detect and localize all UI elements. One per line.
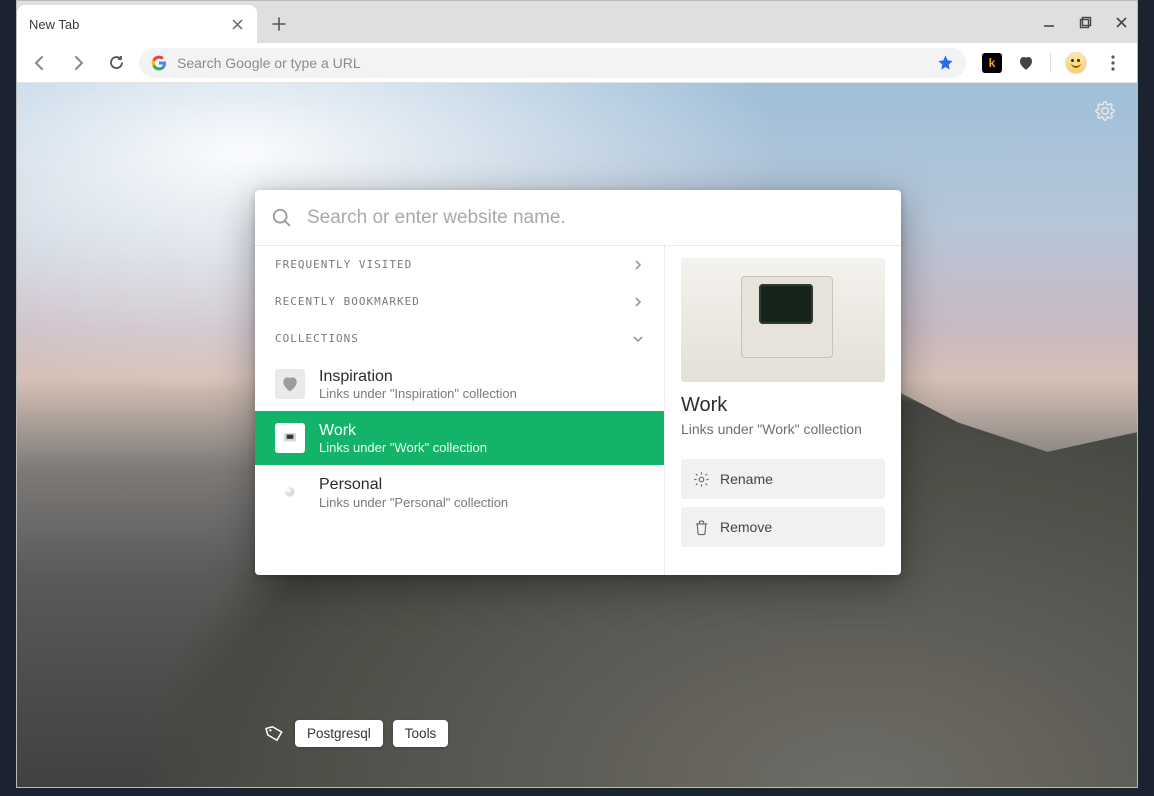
browser-menu-icon[interactable] (1101, 51, 1125, 75)
page-settings-gear-icon[interactable] (1093, 99, 1117, 123)
detail-title: Work (681, 394, 885, 417)
tab-strip: New Tab (17, 1, 1137, 43)
tag-postgresql[interactable]: Postgresql (295, 720, 383, 747)
remove-label: Remove (720, 519, 772, 535)
reload-button[interactable] (101, 48, 131, 78)
chevron-down-icon (632, 333, 644, 345)
collection-personal[interactable]: Personal Links under "Personal" collecti… (255, 465, 664, 519)
profile-avatar[interactable] (1065, 52, 1087, 74)
new-tab-button[interactable] (265, 10, 293, 38)
chevron-right-icon (632, 259, 644, 271)
launcher-search-row (255, 190, 901, 246)
tab-new-tab[interactable]: New Tab (17, 5, 257, 43)
back-button[interactable] (25, 48, 55, 78)
extension-icons: k (974, 51, 1129, 75)
bookmark-star-icon[interactable] (937, 54, 954, 71)
tag-icon (263, 721, 287, 745)
trash-icon (693, 519, 710, 536)
tag-tools[interactable]: Tools (393, 720, 449, 747)
section-recently-bookmarked[interactable]: RECENTLY BOOKMARKED (255, 283, 664, 320)
chevron-right-icon (632, 296, 644, 308)
collection-title: Inspiration (319, 367, 517, 386)
remove-button[interactable]: Remove (681, 507, 885, 547)
collection-subtitle: Links under "Personal" collection (319, 495, 508, 510)
rename-button[interactable]: Rename (681, 459, 885, 499)
section-collections[interactable]: COLLECTIONS (255, 320, 664, 357)
section-label: FREQUENTLY VISITED (275, 258, 412, 271)
browser-window: New Tab (16, 0, 1138, 788)
tag-footer: Postgresql Tools (255, 715, 901, 751)
window-controls (1039, 1, 1131, 43)
collection-subtitle: Links under "Work" collection (319, 440, 487, 455)
browser-toolbar: k (17, 43, 1137, 83)
launcher-left-column: FREQUENTLY VISITED RECENTLY BOOKMARKED C… (255, 246, 665, 575)
collection-work[interactable]: Work Links under "Work" collection (255, 411, 664, 465)
launcher-panel: FREQUENTLY VISITED RECENTLY BOOKMARKED C… (255, 190, 901, 575)
collection-inspiration[interactable]: Inspiration Links under "Inspiration" co… (255, 357, 664, 411)
maximize-icon[interactable] (1075, 12, 1095, 32)
launcher-right-column: Work Links under "Work" collection Renam… (665, 246, 901, 575)
google-icon (151, 55, 167, 71)
collection-thumb-icon (275, 369, 305, 399)
section-frequently-visited[interactable]: FREQUENTLY VISITED (255, 246, 664, 283)
detail-subtitle: Links under "Work" collection (681, 421, 885, 437)
gear-icon (693, 471, 710, 488)
launcher-search-input[interactable] (307, 207, 885, 229)
forward-button[interactable] (63, 48, 93, 78)
collection-preview-image (681, 258, 885, 382)
minimize-icon[interactable] (1039, 12, 1059, 32)
search-icon (271, 207, 293, 229)
tab-title: New Tab (29, 17, 229, 32)
rename-label: Rename (720, 471, 773, 487)
collection-title: Personal (319, 475, 508, 494)
section-label: COLLECTIONS (275, 332, 359, 345)
collection-title: Work (319, 421, 487, 440)
separator (1050, 53, 1051, 73)
collection-thumb-icon (275, 423, 305, 453)
omnibox-input[interactable] (177, 55, 927, 71)
collection-thumb-icon (275, 477, 305, 507)
close-icon[interactable] (229, 16, 245, 32)
window-close-icon[interactable] (1111, 12, 1131, 32)
new-tab-page: FREQUENTLY VISITED RECENTLY BOOKMARKED C… (17, 83, 1137, 787)
address-bar[interactable] (139, 48, 966, 78)
extension-k-icon[interactable]: k (982, 53, 1002, 73)
launcher-body: FREQUENTLY VISITED RECENTLY BOOKMARKED C… (255, 246, 901, 575)
collection-subtitle: Links under "Inspiration" collection (319, 386, 517, 401)
section-label: RECENTLY BOOKMARKED (275, 295, 420, 308)
heart-icon[interactable] (1016, 53, 1036, 73)
